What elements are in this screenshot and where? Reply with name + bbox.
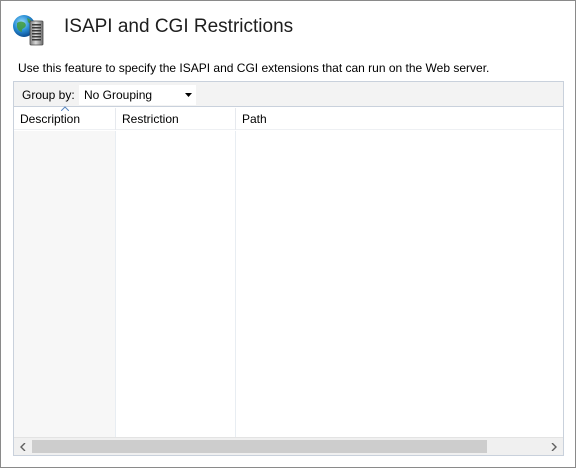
sorted-column-background	[14, 131, 115, 437]
column-header-row: Description Restriction Path	[14, 106, 563, 130]
column-header-label: Description	[20, 112, 81, 126]
feature-description: Use this feature to specify the ISAPI an…	[18, 61, 490, 75]
group-by-label: Group by:	[22, 88, 75, 102]
grid-body[interactable]	[14, 131, 563, 437]
column-header-restriction[interactable]: Restriction	[115, 108, 235, 130]
chevron-left-icon	[20, 442, 26, 451]
column-header-label: Restriction	[122, 112, 179, 126]
column-divider	[115, 131, 116, 437]
column-header-path[interactable]: Path	[235, 108, 563, 130]
restrictions-grid: Group by: No Grouping Description Restri…	[13, 81, 564, 456]
column-header-description[interactable]: Description	[14, 106, 115, 130]
group-by-value: No Grouping	[84, 88, 153, 102]
scrollbar-thumb[interactable]	[32, 440, 487, 453]
column-divider	[235, 131, 236, 437]
server-globe-icon	[13, 15, 44, 46]
group-by-dropdown[interactable]: No Grouping	[79, 85, 196, 105]
feature-page: ISAPI and CGI Restrictions Use this feat…	[0, 0, 576, 468]
column-header-label: Path	[242, 112, 267, 126]
scroll-right-button[interactable]	[545, 438, 563, 455]
horizontal-scrollbar[interactable]	[14, 437, 563, 455]
dropdown-arrow-icon[interactable]	[181, 88, 195, 102]
sort-ascending-icon	[61, 106, 69, 111]
scroll-left-button[interactable]	[14, 438, 32, 455]
grid-toolbar: Group by: No Grouping	[14, 82, 563, 107]
page-title: ISAPI and CGI Restrictions	[64, 16, 294, 37]
chevron-right-icon	[551, 442, 557, 451]
